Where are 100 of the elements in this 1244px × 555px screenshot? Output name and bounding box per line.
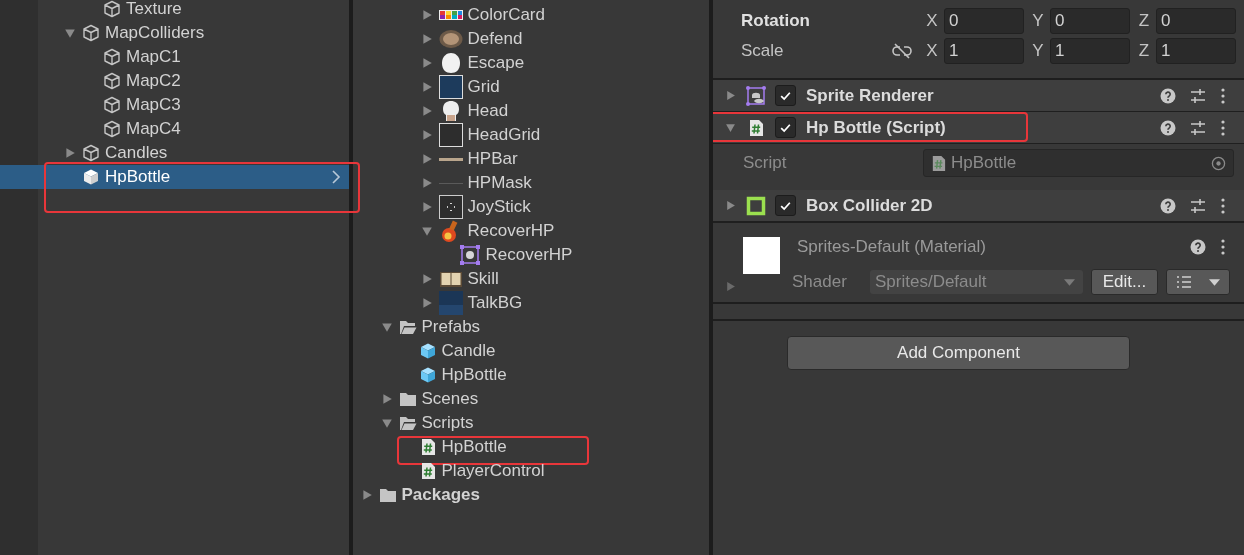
project-item[interactable]: HpBottle	[352, 363, 709, 387]
axis-label: Y	[1031, 11, 1045, 31]
gradient-square-icon	[438, 291, 463, 315]
component-title: Hp Bottle (Script)	[806, 117, 946, 138]
check-icon	[779, 121, 792, 134]
preset-icon[interactable]	[1190, 197, 1206, 214]
project-item[interactable]: ColorCard	[352, 3, 709, 27]
edit-button[interactable]: Edit...	[1091, 269, 1158, 295]
hierarchy-item[interactable]: MapC4	[0, 117, 349, 141]
gradient-square-icon	[438, 75, 463, 99]
cube-icon	[103, 96, 121, 114]
checkbox[interactable]	[775, 85, 796, 106]
caret-icon[interactable]	[380, 417, 393, 429]
hierarchy-item[interactable]: Texture	[0, 0, 349, 21]
caret-icon[interactable]	[420, 81, 433, 93]
hierarchy-item[interactable]: MapC2	[0, 69, 349, 93]
caret-icon[interactable]	[420, 129, 433, 141]
caret-icon[interactable]	[420, 177, 433, 189]
project-item[interactable]: JoyStick	[352, 195, 709, 219]
hierarchy-item[interactable]: Candles	[0, 141, 349, 165]
hierarchy-item[interactable]: MapC3	[0, 93, 349, 117]
project-item[interactable]: Prefabs	[352, 315, 709, 339]
caret-icon[interactable]	[420, 105, 433, 117]
caret-icon[interactable]	[420, 33, 433, 45]
caret-icon[interactable]	[420, 153, 433, 165]
caret-icon[interactable]	[64, 27, 76, 39]
checkbox[interactable]	[775, 195, 796, 216]
number-field[interactable]: 1	[1156, 38, 1236, 64]
number-field[interactable]: 0	[1050, 8, 1130, 34]
project-item[interactable]: Scripts	[352, 411, 709, 435]
more-icon[interactable]	[1220, 239, 1226, 255]
number-field[interactable]: 1	[944, 38, 1024, 64]
number-field[interactable]: 0	[944, 8, 1024, 34]
project-item[interactable]: HpBottle	[352, 435, 709, 459]
caret-icon[interactable]	[420, 201, 433, 213]
caret-icon[interactable]	[725, 122, 736, 133]
more-icon[interactable]	[1220, 119, 1226, 136]
preset-icon[interactable]	[1190, 119, 1206, 136]
caret-icon[interactable]	[420, 273, 433, 285]
checkbox[interactable]	[775, 117, 796, 138]
object-picker-icon[interactable]	[1211, 155, 1226, 171]
project-item[interactable]: Packages	[352, 483, 709, 507]
caret-icon[interactable]	[380, 393, 393, 405]
shader-label: Shader	[792, 272, 848, 292]
component-header[interactable]: Hp Bottle (Script)	[713, 112, 1244, 144]
more-icon[interactable]	[1220, 197, 1226, 214]
caret-icon[interactable]	[360, 489, 373, 501]
project-item[interactable]: Grid	[352, 75, 709, 99]
hierarchy-item[interactable]: MapColliders	[0, 21, 349, 45]
sprite-icon	[458, 244, 481, 266]
help-icon[interactable]	[1160, 197, 1176, 214]
caret-icon[interactable]	[64, 147, 76, 159]
more-icon[interactable]	[1220, 87, 1226, 104]
caret-icon[interactable]	[420, 225, 433, 237]
project-item[interactable]: RecoverHP	[352, 243, 709, 267]
hierarchy-item[interactable]: MapC1	[0, 45, 349, 69]
project-item[interactable]: Defend	[352, 27, 709, 51]
preset-icon[interactable]	[1190, 87, 1206, 104]
list-dropdown[interactable]	[1166, 269, 1230, 295]
project-item[interactable]: Candle	[352, 339, 709, 363]
help-icon[interactable]	[1160, 87, 1176, 104]
caret-icon[interactable]	[420, 297, 433, 309]
cube-icon	[418, 366, 437, 384]
project-item[interactable]: RecoverHP	[352, 219, 709, 243]
add-component-button[interactable]: Add Component	[787, 336, 1130, 370]
caret-icon[interactable]	[380, 321, 393, 333]
caret-icon[interactable]	[725, 200, 736, 211]
cube-icon	[103, 72, 121, 90]
project-item[interactable]: Scenes	[352, 387, 709, 411]
axis-label: Y	[1031, 41, 1045, 61]
folder-icon	[398, 390, 417, 408]
project-item[interactable]: HPMask	[352, 171, 709, 195]
cube-icon	[418, 342, 437, 360]
project-item[interactable]: Skill	[352, 267, 709, 291]
caret-icon[interactable]	[420, 9, 433, 21]
project-item[interactable]: HeadGrid	[352, 123, 709, 147]
project-item[interactable]: HPBar	[352, 147, 709, 171]
property-label: Rotation	[741, 11, 811, 31]
project-item[interactable]: PlayerControl	[352, 459, 709, 483]
project-item[interactable]: Escape	[352, 51, 709, 75]
help-icon[interactable]	[1190, 239, 1206, 255]
project-item[interactable]: Head	[352, 99, 709, 123]
cube-icon	[103, 0, 121, 18]
number-field[interactable]: 1	[1050, 38, 1130, 64]
number-field[interactable]: 0	[1156, 8, 1236, 34]
hierarchy-item[interactable]: HpBottle	[0, 165, 349, 189]
axis-label: X	[925, 41, 939, 61]
cube-icon	[82, 168, 100, 186]
unlink-icon[interactable]	[892, 43, 912, 59]
chevron-right-icon[interactable]	[330, 170, 341, 184]
disc-icon	[438, 27, 463, 51]
cube-icon	[82, 24, 100, 42]
help-icon[interactable]	[1160, 119, 1176, 136]
component-header[interactable]: Sprite Renderer	[713, 80, 1244, 112]
component-header[interactable]: Box Collider 2D	[713, 190, 1244, 222]
caret-icon[interactable]	[725, 90, 736, 101]
caret-icon[interactable]	[420, 57, 433, 69]
project-item[interactable]: TalkBG	[352, 291, 709, 315]
caret-icon[interactable]	[725, 281, 736, 292]
axis-label: Z	[1137, 41, 1151, 61]
